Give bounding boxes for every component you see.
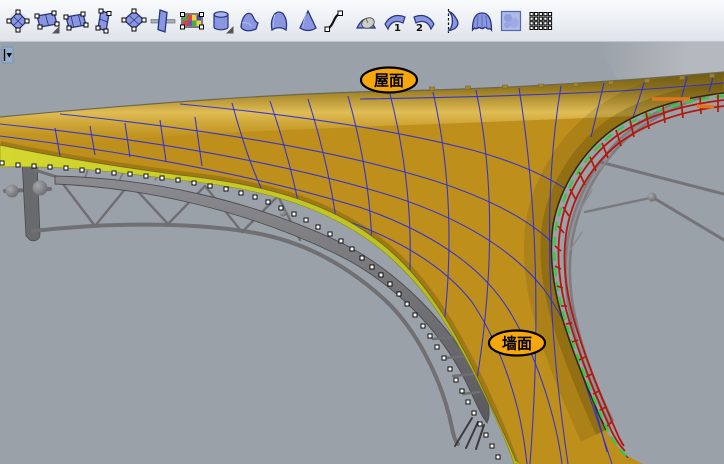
- control-point[interactable]: [421, 324, 425, 328]
- control-point[interactable]: [32, 164, 36, 168]
- control-point[interactable]: [478, 422, 482, 426]
- joint-sphere: [280, 210, 287, 217]
- control-point[interactable]: [208, 184, 212, 188]
- control-point[interactable]: [496, 455, 500, 459]
- control-point[interactable]: [0, 161, 4, 165]
- control-point[interactable]: [490, 444, 494, 448]
- control-point[interactable]: [176, 178, 180, 182]
- curve-from-2-views-icon[interactable]: [323, 7, 350, 35]
- sweep-1-rail-icon[interactable]: 1: [381, 7, 408, 35]
- sweep-2-rails-icon[interactable]: 2: [410, 7, 437, 35]
- heightfield-icon[interactable]: [497, 7, 524, 35]
- revolve-icon[interactable]: [439, 7, 466, 35]
- control-point[interactable]: [80, 168, 84, 172]
- control-point[interactable]: [448, 367, 452, 371]
- control-point[interactable]: [253, 195, 257, 199]
- viewport-dropdown[interactable]: [2, 47, 13, 63]
- control-point[interactable]: [454, 378, 458, 382]
- annotation-dot-wall[interactable]: 墙面: [489, 331, 545, 356]
- control-point[interactable]: [16, 163, 20, 167]
- control-point[interactable]: [484, 433, 488, 437]
- control-point[interactable]: [292, 212, 296, 216]
- surface-from-control-points-icon[interactable]: [4, 7, 31, 35]
- control-point[interactable]: [279, 206, 283, 210]
- control-point[interactable]: [112, 171, 116, 175]
- control-point[interactable]: [388, 282, 392, 286]
- extrude-along-curve-icon[interactable]: [236, 7, 263, 35]
- surface-from-corner-points-icon[interactable]: [62, 7, 89, 35]
- control-point[interactable]: [442, 356, 446, 360]
- surface-from-3-points-icon[interactable]: [33, 7, 60, 35]
- control-point[interactable]: [339, 239, 343, 243]
- svg-text:1: 1: [394, 23, 401, 34]
- control-point[interactable]: [472, 411, 476, 415]
- joint-sphere: [33, 181, 48, 196]
- viewport-3d[interactable]: 屋面 墙面: [0, 42, 724, 464]
- control-point[interactable]: [64, 166, 68, 170]
- control-point[interactable]: [435, 345, 439, 349]
- control-point[interactable]: [405, 302, 409, 306]
- drape-icon[interactable]: [468, 7, 495, 35]
- plane-through-points-icon[interactable]: [120, 7, 147, 35]
- control-point[interactable]: [144, 174, 148, 178]
- control-point[interactable]: [266, 200, 270, 204]
- control-point[interactable]: [160, 176, 164, 180]
- joint-sphere: [648, 193, 657, 202]
- annotation-dot-roof[interactable]: 屋面: [361, 68, 417, 93]
- surface-toolbar: 1 2: [0, 0, 724, 42]
- control-point[interactable]: [316, 225, 320, 229]
- control-point[interactable]: [379, 273, 383, 277]
- control-point[interactable]: [360, 256, 364, 260]
- control-point[interactable]: [428, 334, 432, 338]
- control-point[interactable]: [48, 165, 52, 169]
- application-window: 1 2: [0, 0, 724, 464]
- annotation-dot-roof-label: 屋面: [374, 72, 404, 90]
- rail-revolve-icon[interactable]: [352, 7, 379, 35]
- control-point[interactable]: [466, 400, 470, 404]
- svg-text:2: 2: [416, 23, 423, 34]
- joint-sphere: [6, 185, 19, 198]
- extrude-tapered-icon[interactable]: [294, 7, 321, 35]
- control-point[interactable]: [460, 389, 464, 393]
- vertical-plane-icon[interactable]: [91, 7, 118, 35]
- picture-frame-icon[interactable]: [178, 7, 205, 35]
- control-point[interactable]: [239, 191, 243, 195]
- control-point[interactable]: [413, 313, 417, 317]
- scene-svg: 屋面 墙面: [0, 42, 724, 464]
- control-point[interactable]: [328, 232, 332, 236]
- control-point[interactable]: [397, 292, 401, 296]
- extrude-straight-icon[interactable]: [207, 7, 234, 35]
- control-point[interactable]: [350, 247, 354, 251]
- control-point[interactable]: [96, 169, 100, 173]
- control-point[interactable]: [128, 172, 132, 176]
- control-point[interactable]: [304, 218, 308, 222]
- annotation-dot-wall-label: 墙面: [502, 335, 532, 353]
- control-point[interactable]: [192, 181, 196, 185]
- control-point[interactable]: [224, 187, 228, 191]
- cutting-plane-icon[interactable]: [149, 7, 176, 35]
- extrude-to-point-icon[interactable]: [265, 7, 292, 35]
- control-point[interactable]: [370, 265, 374, 269]
- surface-from-point-grid-icon[interactable]: [526, 7, 553, 35]
